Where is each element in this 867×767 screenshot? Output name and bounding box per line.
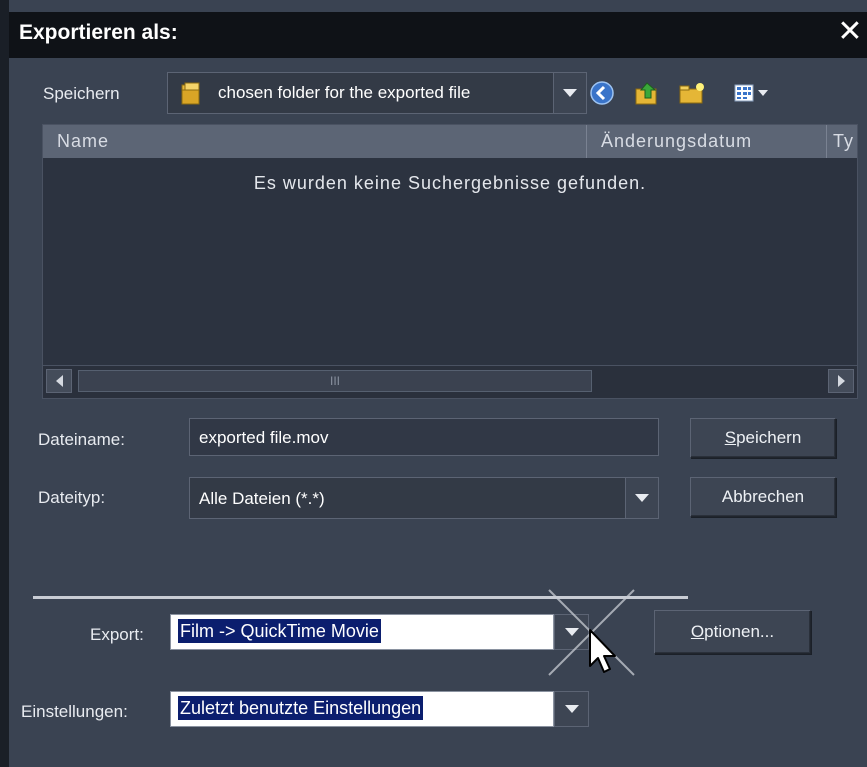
column-header-modified[interactable]: Änderungsdatum [587, 125, 827, 158]
export-dialog: Exportieren als: ✕ Speichern chosen fold… [0, 0, 867, 767]
settings-value: Zuletzt benutzte Einstellungen [178, 696, 424, 720]
horizontal-scrollbar[interactable]: III [43, 365, 857, 398]
new-folder-icon [679, 83, 704, 104]
chevron-down-icon [563, 89, 577, 97]
chevron-down-icon [635, 494, 649, 502]
options-label: ptionen... [704, 622, 775, 641]
settings-select[interactable]: Zuletzt benutzte Einstellungen [170, 691, 589, 727]
save-button[interactable]: Speichern [690, 418, 836, 458]
up-folder-icon [635, 82, 657, 105]
settings-label: Einstellungen: [21, 702, 128, 721]
close-icon: ✕ [837, 15, 863, 48]
export-select[interactable]: Film -> QuickTime Movie [170, 614, 589, 650]
save-in-label: Speichern [43, 84, 120, 103]
save-in-dropdown-arrow[interactable] [553, 73, 586, 113]
chevron-down-icon [564, 705, 579, 713]
save-label: peichern [736, 428, 802, 447]
filetype-value: Alle Dateien (*.*) [199, 489, 325, 508]
cancel-label: Abbrechen [721, 487, 805, 506]
filename-label: Dateiname: [38, 430, 125, 449]
export-value: Film -> QuickTime Movie [178, 619, 381, 643]
filename-value: exported file.mov [199, 428, 329, 447]
back-button[interactable] [589, 80, 615, 111]
scroll-grip: III [329, 374, 340, 388]
close-button[interactable]: ✕ [833, 12, 867, 54]
cancel-button[interactable]: Abbrechen [690, 477, 836, 517]
column-header-name[interactable]: Name [43, 125, 587, 158]
up-folder-button[interactable] [633, 80, 661, 111]
arrow-left-icon [55, 375, 63, 387]
filetype-dropdown-arrow[interactable] [625, 478, 658, 518]
scroll-right-button[interactable] [828, 369, 854, 393]
export-label: Export: [90, 625, 144, 644]
filename-input[interactable]: exported file.mov [189, 418, 659, 456]
folder-icon [180, 82, 202, 111]
mouse-cursor-icon [589, 629, 616, 673]
scroll-left-button[interactable] [46, 369, 72, 393]
dialog-title: Exportieren als: [19, 21, 178, 44]
save-in-folder: chosen folder for the exported file [218, 83, 471, 102]
new-folder-button[interactable] [677, 80, 707, 111]
file-list[interactable]: Name Änderungsdatum Ty Es wurden keine S… [42, 124, 858, 399]
save-in-combo[interactable]: chosen folder for the exported file [167, 72, 587, 114]
file-list-header: Name Änderungsdatum Ty [43, 125, 857, 158]
view-menu-icon [734, 84, 768, 102]
arrow-right-icon [837, 375, 845, 387]
column-header-type[interactable]: Ty [827, 125, 857, 158]
options-mnemonic: O [690, 622, 705, 641]
empty-results-message: Es wurden keine Suchergebnisse gefunden. [253, 173, 647, 193]
scroll-thumb[interactable]: III [78, 370, 592, 392]
settings-dropdown-arrow[interactable] [554, 691, 589, 727]
view-menu-button[interactable] [733, 80, 777, 111]
options-button[interactable]: Optionen... [654, 610, 811, 654]
filetype-label: Dateityp: [38, 488, 106, 507]
title-bar: Exportieren als: ✕ [9, 12, 867, 58]
back-icon [590, 81, 614, 105]
filetype-select[interactable]: Alle Dateien (*.*) [189, 477, 659, 519]
save-mnemonic: S [724, 428, 737, 447]
